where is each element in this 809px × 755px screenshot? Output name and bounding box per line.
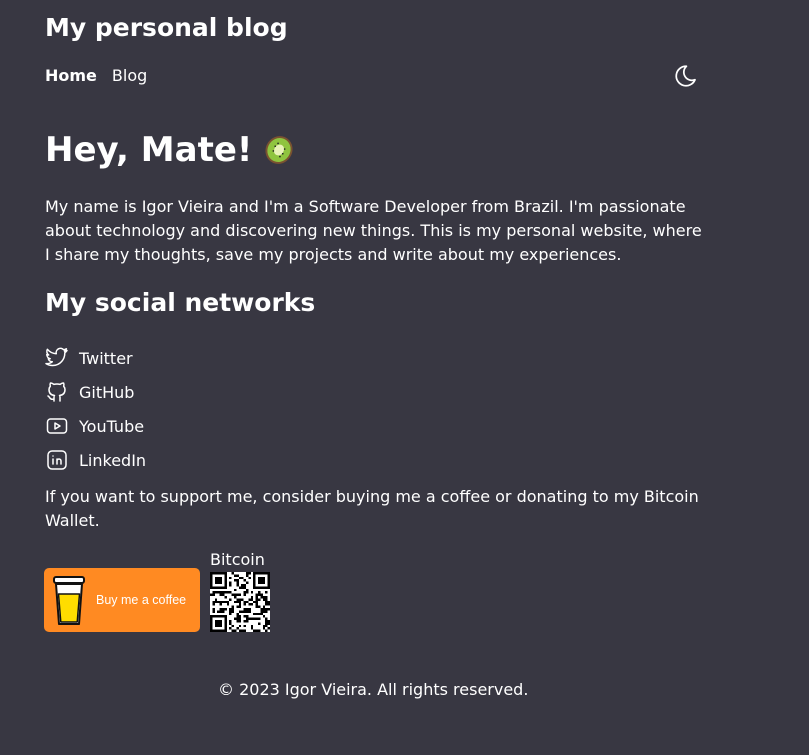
list-item: YouTube — [45, 409, 146, 443]
twitter-link[interactable]: Twitter — [45, 346, 133, 370]
main-nav: Home Blog — [45, 66, 147, 86]
hero-heading: Hey, Mate! — [45, 128, 296, 172]
github-label: GitHub — [79, 382, 135, 402]
youtube-label: YouTube — [79, 416, 145, 436]
list-item: GitHub — [45, 375, 146, 409]
buy-me-a-coffee-label: Buy me a coffee — [96, 593, 187, 607]
site-title[interactable]: My personal blog — [45, 12, 288, 44]
social-networks-heading: My social networks — [45, 288, 316, 317]
intro-paragraph: My name is Igor Vieira and I'm a Softwar… — [45, 197, 702, 264]
nav-blog-link[interactable]: Blog — [112, 66, 147, 86]
linkedin-label: LinkedIn — [79, 450, 147, 470]
hero-title: Hey, Mate! — [45, 130, 253, 170]
support-paragraph: If you want to support me, consider buyi… — [45, 487, 699, 530]
nav-home-link[interactable]: Home — [45, 66, 97, 86]
moon-icon — [675, 65, 696, 87]
twitter-icon — [45, 347, 68, 367]
list-item: Twitter — [45, 341, 146, 375]
youtube-icon — [46, 418, 68, 434]
linkedin-icon — [47, 450, 67, 470]
kiwi-icon — [265, 136, 293, 164]
github-icon — [47, 382, 66, 402]
twitter-label: Twitter — [79, 348, 133, 368]
youtube-link[interactable]: YouTube — [45, 414, 144, 438]
bitcoin-label: Bitcoin — [210, 550, 265, 569]
coffee-cup-icon — [53, 576, 85, 625]
github-link[interactable]: GitHub — [45, 380, 134, 404]
buy-me-a-coffee-button[interactable]: Buy me a coffee — [44, 568, 200, 632]
footer-copyright: © 2023 Igor Vieira. All rights reserved. — [218, 680, 529, 699]
page: My personal blog Home Blog Hey, Mate! My… — [0, 0, 809, 755]
social-list: Twitter GitHub YouTube LinkedIn — [45, 341, 146, 477]
linkedin-link[interactable]: LinkedIn — [45, 448, 146, 472]
list-item: LinkedIn — [45, 443, 146, 477]
bitcoin-qr-code — [210, 572, 270, 632]
theme-toggle-button[interactable] — [672, 62, 700, 90]
